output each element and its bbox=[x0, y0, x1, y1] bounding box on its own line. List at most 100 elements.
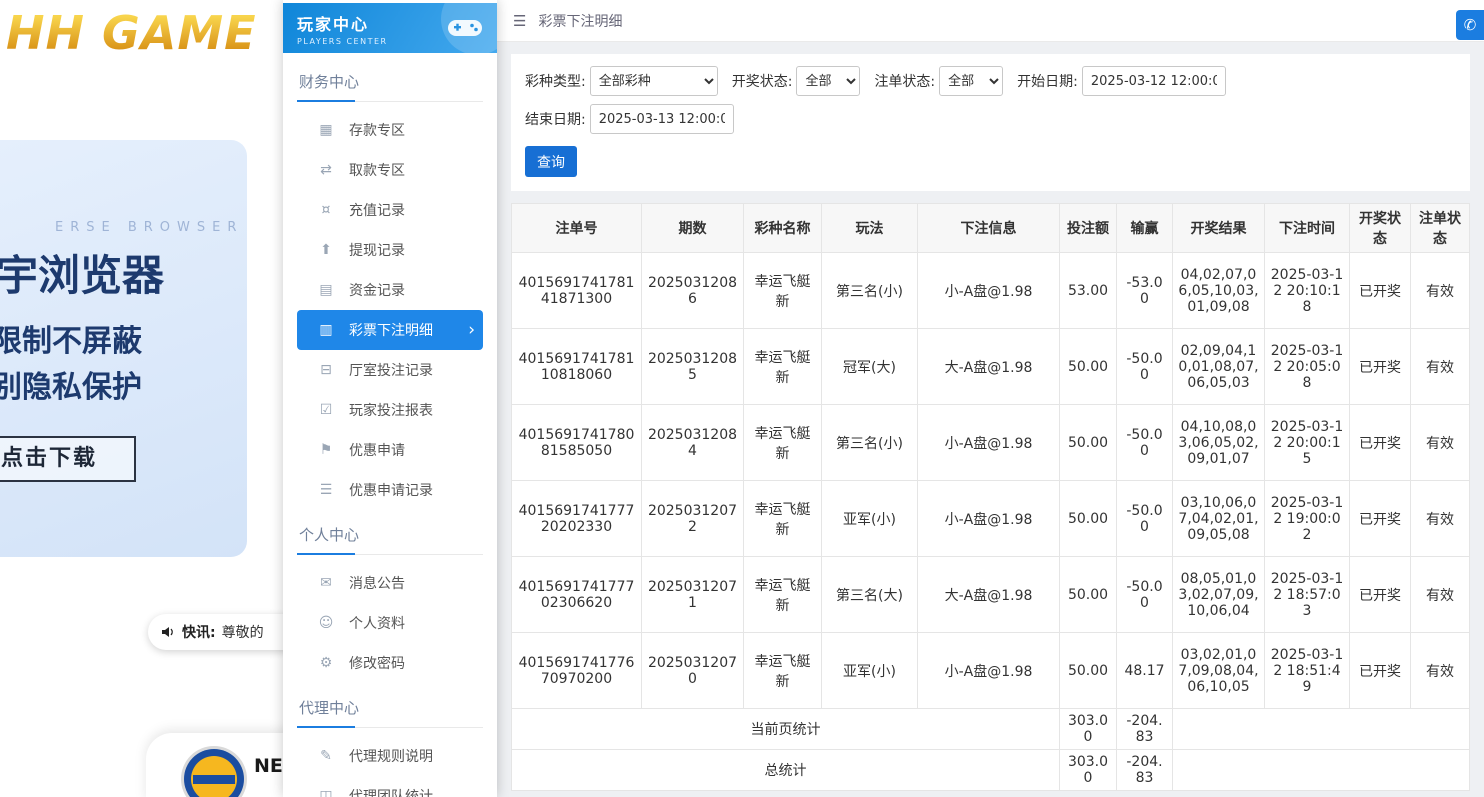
sidebar-item[interactable]: ⚑优惠申请 bbox=[297, 430, 483, 470]
table-cell: 已开奖 bbox=[1350, 405, 1411, 481]
column-header: 下注信息 bbox=[918, 204, 1060, 253]
sidebar-item[interactable]: ☺ 个人资料 bbox=[297, 603, 483, 643]
withdraw-icon: ⇄ bbox=[317, 162, 335, 178]
sidebar-item[interactable]: ✉消息公告 bbox=[297, 563, 483, 603]
sidebar-item[interactable]: ◫代理团队统计 bbox=[297, 776, 483, 797]
sidebar-item-label: 彩票下注明细 bbox=[349, 320, 433, 340]
lottery-type-label: 彩种类型: bbox=[525, 71, 586, 91]
sidebar-item[interactable]: ✎ 代理规则说明 bbox=[297, 736, 483, 776]
table-row: 40156917417767097020020250312070幸运飞艇新亚军(… bbox=[512, 633, 1470, 709]
sidebar-subtitle: PLAYERS CENTER bbox=[297, 37, 388, 46]
topbar: ☰ 彩票下注明细 bbox=[497, 0, 1484, 42]
start-date-input[interactable] bbox=[1082, 66, 1226, 96]
team-logo bbox=[184, 749, 244, 797]
sidebar-item[interactable]: ▤资金记录 bbox=[297, 270, 483, 310]
news-ticker: 快讯: 尊敬的 bbox=[148, 614, 283, 650]
column-header: 开奖状态 bbox=[1350, 204, 1411, 253]
table-cell: 大-A盘@1.98 bbox=[918, 557, 1060, 633]
summary-win-loss: -204.83 bbox=[1117, 709, 1173, 750]
table-cell: 401569174178081585050 bbox=[512, 405, 642, 481]
agent-rules-icon: ✎ bbox=[317, 748, 335, 764]
sidebar-item[interactable]: ⊟厅室投注记录 bbox=[297, 350, 483, 390]
lottery-type-filter: 彩种类型: 全部彩种 bbox=[525, 66, 718, 96]
table-row: 40156917417808158505020250312084幸运飞艇新第三名… bbox=[512, 405, 1470, 481]
bet-status-select[interactable]: 全部 bbox=[939, 66, 1003, 96]
sidebar-item[interactable]: ▥彩票下注明细› bbox=[297, 310, 483, 350]
sidebar-item[interactable]: ⇄取款专区 bbox=[297, 150, 483, 190]
table-cell: 小-A盘@1.98 bbox=[918, 405, 1060, 481]
table-row: 40156917417814187130020250312086幸运飞艇新第三名… bbox=[512, 253, 1470, 329]
table-cell: 50.00 bbox=[1060, 329, 1117, 405]
sidebar-item[interactable]: ☑玩家投注报表 bbox=[297, 390, 483, 430]
bet-status-filter: 注单状态: 全部 bbox=[874, 66, 1003, 96]
sidebar-item[interactable]: ⬆提现记录 bbox=[297, 230, 483, 270]
summary-row: 总统计303.00-204.83 bbox=[512, 750, 1470, 791]
table-cell: 20250312071 bbox=[642, 557, 744, 633]
bets-table: 注单号期数彩种名称玩法下注信息投注额输赢开奖结果下注时间开奖状态注单状态 401… bbox=[511, 203, 1470, 791]
table-cell: 50.00 bbox=[1060, 405, 1117, 481]
table-cell: 幸运飞艇新 bbox=[744, 481, 822, 557]
summary-empty bbox=[1173, 709, 1470, 750]
end-date-input[interactable] bbox=[590, 104, 734, 134]
table-cell: 有效 bbox=[1411, 253, 1470, 329]
table-cell: 幸运飞艇新 bbox=[744, 405, 822, 481]
summary-row: 当前页统计303.00-204.83 bbox=[512, 709, 1470, 750]
table-cell: 03,02,01,07,09,08,04,06,10,05 bbox=[1173, 633, 1265, 709]
column-header: 开奖结果 bbox=[1173, 204, 1265, 253]
banner-title: 宇浏览器 bbox=[0, 242, 164, 303]
summary-bet-total: 303.00 bbox=[1060, 750, 1117, 791]
cashout-record-icon: ⬆ bbox=[317, 242, 335, 258]
table-cell: 20250312070 bbox=[642, 633, 744, 709]
start-date-label: 开始日期: bbox=[1017, 71, 1078, 91]
table-cell: 2025-03-12 20:05:08 bbox=[1265, 329, 1350, 405]
sidebar-item-label: 资金记录 bbox=[349, 280, 405, 300]
customer-service-button[interactable]: ✆ bbox=[1456, 10, 1484, 40]
download-button[interactable]: 点击下载 bbox=[0, 436, 136, 482]
sidebar-item[interactable]: ☰优惠申请记录 bbox=[297, 470, 483, 510]
table-cell: 401569174178110818060 bbox=[512, 329, 642, 405]
table-cell: -53.00 bbox=[1117, 253, 1173, 329]
query-button[interactable]: 查询 bbox=[525, 146, 577, 177]
profile-icon: ☺ bbox=[317, 615, 335, 631]
agent-team-stats-icon: ◫ bbox=[317, 788, 335, 797]
table-cell: 20250312086 bbox=[642, 253, 744, 329]
table-cell: 小-A盘@1.98 bbox=[918, 253, 1060, 329]
table-row: 40156917417811081806020250312085幸运飞艇新冠军(… bbox=[512, 329, 1470, 405]
draw-status-select[interactable]: 全部 bbox=[796, 66, 860, 96]
table-cell: 401569174177702306620 bbox=[512, 557, 642, 633]
sidebar-item[interactable]: ▦存款专区 bbox=[297, 110, 483, 150]
table-cell: 大-A盘@1.98 bbox=[918, 329, 1060, 405]
column-header: 下注时间 bbox=[1265, 204, 1350, 253]
lottery-type-select[interactable]: 全部彩种 bbox=[590, 66, 718, 96]
bets-table-card: 注单号期数彩种名称玩法下注信息投注额输赢开奖结果下注时间开奖状态注单状态 401… bbox=[511, 203, 1470, 791]
promo-apply-record-icon: ☰ bbox=[317, 482, 335, 498]
section-title: 代理中心 bbox=[297, 683, 483, 728]
table-cell: 20250312084 bbox=[642, 405, 744, 481]
table-cell: 2025-03-12 20:00:15 bbox=[1265, 405, 1350, 481]
column-header: 彩种名称 bbox=[744, 204, 822, 253]
table-cell: 幸运飞艇新 bbox=[744, 329, 822, 405]
sidebar-item[interactable]: ⚙修改密码 bbox=[297, 643, 483, 683]
sidebar-item-label: 玩家投注报表 bbox=[349, 400, 433, 420]
sidebar-item-label: 代理规则说明 bbox=[349, 746, 433, 766]
ticker-label: 快讯: bbox=[182, 622, 216, 642]
table-cell: 401569174178141871300 bbox=[512, 253, 642, 329]
section-title: 个人中心 bbox=[297, 510, 483, 555]
table-cell: 亚军(小) bbox=[822, 633, 918, 709]
lottery-bet-detail-icon: ▥ bbox=[317, 322, 335, 338]
sidebar-item-label: 厅室投注记录 bbox=[349, 360, 433, 380]
sidebar-item[interactable]: ¤充值记录 bbox=[297, 190, 483, 230]
recharge-record-icon: ¤ bbox=[317, 202, 335, 218]
table-cell: 已开奖 bbox=[1350, 481, 1411, 557]
table-cell: 48.17 bbox=[1117, 633, 1173, 709]
table-cell: 53.00 bbox=[1060, 253, 1117, 329]
summary-win-loss: -204.83 bbox=[1117, 750, 1173, 791]
table-cell: -50.00 bbox=[1117, 481, 1173, 557]
sidebar-item-label: 个人资料 bbox=[349, 613, 405, 633]
menu-toggle-icon[interactable]: ☰ bbox=[513, 12, 526, 30]
bet-status-label: 注单状态: bbox=[874, 71, 935, 91]
summary-label: 总统计 bbox=[512, 750, 1060, 791]
table-cell: 50.00 bbox=[1060, 481, 1117, 557]
table-cell: 有效 bbox=[1411, 557, 1470, 633]
banner-tagline: ERSE BROWSER bbox=[55, 220, 243, 235]
